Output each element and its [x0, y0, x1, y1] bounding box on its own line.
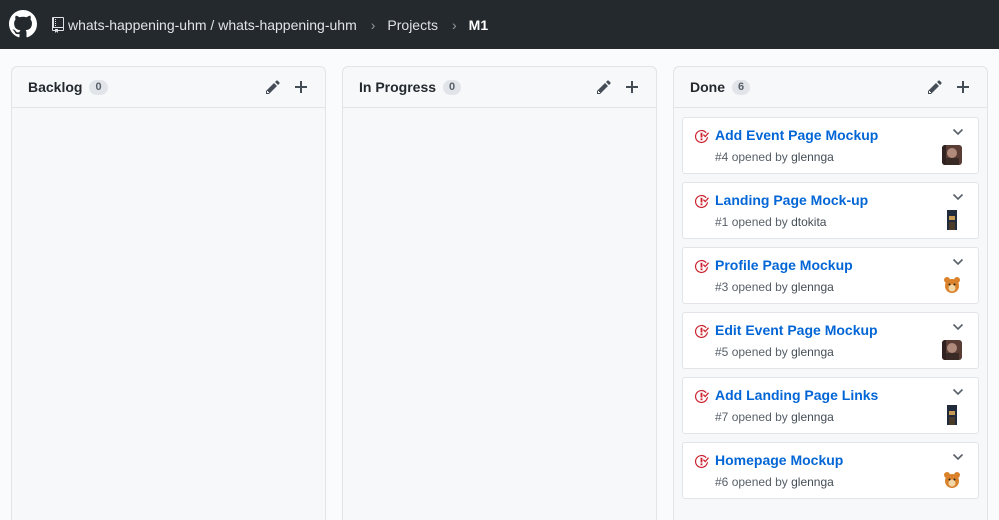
avatar-cartoon-bear[interactable] — [942, 470, 962, 490]
column-body — [343, 108, 656, 125]
breadcrumb: whats-happening-uhm / whats-happening-uh… — [52, 0, 488, 49]
issue-meta: #1 opened by dtokita — [715, 215, 826, 229]
column-body — [12, 108, 325, 125]
column-in-progress: In Progress 0 — [342, 66, 657, 520]
column-header: Done 6 — [674, 67, 987, 108]
breadcrumb-separator: / — [206, 16, 219, 33]
pencil-icon[interactable] — [927, 79, 943, 95]
plus-icon[interactable] — [293, 79, 309, 95]
issue-title-link[interactable]: Edit Event Page Mockup — [715, 322, 878, 338]
issue-title-link[interactable]: Profile Page Mockup — [715, 257, 853, 273]
column-body: Add Event Page Mockup #4 opened by glenn… — [674, 108, 987, 515]
chevron-right-icon: › — [451, 16, 457, 33]
column-title: In Progress — [359, 79, 437, 95]
chevron-right-icon: › — [370, 16, 376, 33]
issue-card[interactable]: Profile Page Mockup #3 opened by glennga — [682, 247, 979, 304]
issue-author: glennga — [791, 410, 834, 424]
closed-issue-icon — [694, 194, 709, 209]
github-logo-icon[interactable] — [9, 10, 37, 38]
breadcrumb-project-name: M1 — [468, 16, 489, 33]
avatar-photo-night[interactable] — [942, 210, 962, 230]
opened-by-label: opened by — [731, 280, 788, 294]
issue-title-link[interactable]: Landing Page Mock-up — [715, 192, 868, 208]
issue-card[interactable]: Edit Event Page Mockup #5 opened by glen… — [682, 312, 979, 369]
pencil-icon[interactable] — [596, 79, 612, 95]
column-header: Backlog 0 — [12, 67, 325, 108]
closed-issue-icon — [694, 324, 709, 339]
issue-card[interactable]: Add Landing Page Links #7 opened by glen… — [682, 377, 979, 434]
closed-issue-icon — [694, 389, 709, 404]
breadcrumb-projects-link[interactable]: Projects — [387, 17, 438, 33]
issue-author: glennga — [791, 150, 834, 164]
issue-meta: #7 opened by glennga — [715, 410, 834, 424]
breadcrumb-repo-link[interactable]: whats-happening-uhm — [218, 17, 357, 33]
top-bar: whats-happening-uhm / whats-happening-uh… — [0, 0, 999, 49]
issue-number: #3 — [715, 280, 729, 294]
issue-card[interactable]: Landing Page Mock-up #1 opened by dtokit… — [682, 182, 979, 239]
plus-icon[interactable] — [624, 79, 640, 95]
issue-title-link[interactable]: Add Event Page Mockup — [715, 127, 878, 143]
avatar-cartoon-bear[interactable] — [942, 275, 962, 295]
chevron-down-icon[interactable] — [952, 452, 964, 462]
issue-meta: #3 opened by glennga — [715, 280, 834, 294]
issue-number: #5 — [715, 345, 729, 359]
column-backlog: Backlog 0 — [11, 66, 326, 520]
column-count-badge: 6 — [732, 79, 751, 95]
chevron-down-icon[interactable] — [952, 257, 964, 267]
issue-meta: #6 opened by glennga — [715, 475, 834, 489]
issue-title-link[interactable]: Add Landing Page Links — [715, 387, 878, 403]
issue-number: #1 — [715, 215, 729, 229]
opened-by-label: opened by — [731, 215, 788, 229]
avatar-photo-dark[interactable] — [942, 145, 962, 165]
repo-icon — [52, 16, 64, 33]
issue-author: glennga — [791, 280, 834, 294]
chevron-down-icon[interactable] — [952, 322, 964, 332]
column-count-badge: 0 — [443, 79, 462, 95]
avatar-photo-night[interactable] — [942, 405, 962, 425]
closed-issue-icon — [694, 259, 709, 274]
column-header: In Progress 0 — [343, 67, 656, 108]
opened-by-label: opened by — [731, 150, 788, 164]
issue-meta: #4 opened by glennga — [715, 150, 834, 164]
closed-issue-icon — [694, 129, 709, 144]
closed-issue-icon — [694, 454, 709, 469]
opened-by-label: opened by — [731, 410, 788, 424]
avatar-photo-dark[interactable] — [942, 340, 962, 360]
breadcrumb-owner-link[interactable]: whats-happening-uhm — [68, 17, 207, 33]
chevron-down-icon[interactable] — [952, 127, 964, 137]
pencil-icon[interactable] — [265, 79, 281, 95]
plus-icon[interactable] — [955, 79, 971, 95]
column-title: Done — [690, 79, 725, 95]
issue-number: #4 — [715, 150, 729, 164]
issue-card[interactable]: Add Event Page Mockup #4 opened by glenn… — [682, 117, 979, 174]
column-done: Done 6 Add Event Page Mockup #4 opened b… — [673, 66, 988, 520]
opened-by-label: opened by — [731, 345, 788, 359]
issue-number: #6 — [715, 475, 729, 489]
issue-author: glennga — [791, 475, 834, 489]
issue-author: glennga — [791, 345, 834, 359]
issue-card[interactable]: Homepage Mockup #6 opened by glennga — [682, 442, 979, 499]
column-title: Backlog — [28, 79, 83, 95]
chevron-down-icon[interactable] — [952, 387, 964, 397]
issue-meta: #5 opened by glennga — [715, 345, 834, 359]
opened-by-label: opened by — [731, 475, 788, 489]
column-count-badge: 0 — [89, 79, 108, 95]
chevron-down-icon[interactable] — [952, 192, 964, 202]
issue-author: dtokita — [791, 215, 827, 229]
issue-number: #7 — [715, 410, 729, 424]
issue-title-link[interactable]: Homepage Mockup — [715, 452, 843, 468]
